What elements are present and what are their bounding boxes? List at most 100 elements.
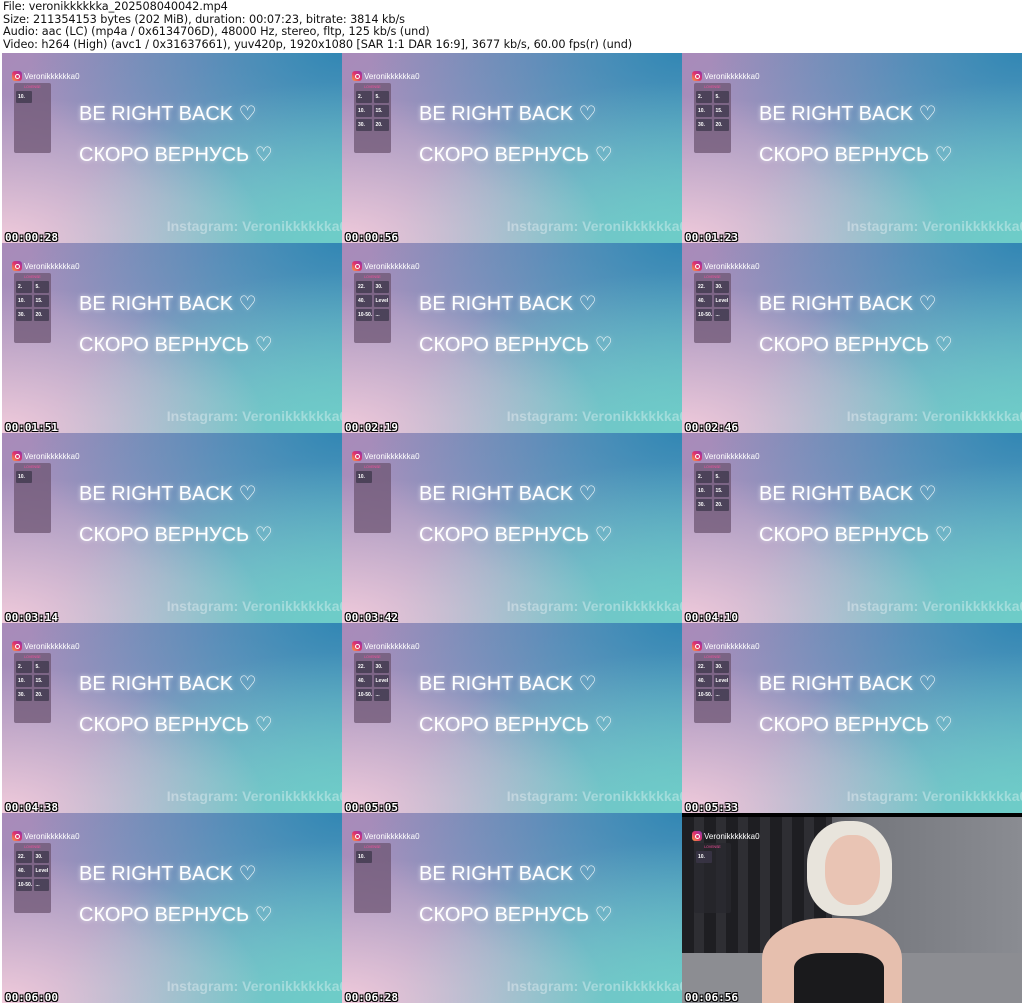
timestamp: 00:05:33 [685,801,738,813]
tip-tile: 10. [356,471,372,483]
instagram-handle: Veronikkkkkka0 [12,641,80,651]
video-thumbnail: Veronikkkkkka0 LOVENSE22.30.40.Level 1-41… [2,813,342,1003]
tip-tile: Level 1-4 [33,865,49,877]
username: Veronikkkkkka0 [704,831,760,841]
instagram-icon [692,261,702,271]
tip-tile: 10. [16,295,32,307]
brb-text-en: BE RIGHT BACK ♡ [419,293,597,315]
tip-tile: 2. [356,91,372,103]
tip-tile: 2. [696,91,712,103]
tip-menu-panel: LOVENSE 2. 5. 10. 15. 30. 20. [694,463,731,533]
tip-menu-panel: LOVENSE 10. [354,463,391,533]
instagram-handle: Veronikkkkkka0 [12,451,80,461]
brb-text-ru: СКОРО ВЕРНУСЬ ♡ [419,524,613,546]
brb-text-ru: СКОРО ВЕРНУСЬ ♡ [419,144,613,166]
brb-text-en: BE RIGHT BACK ♡ [79,293,257,315]
instagram-icon [352,451,362,461]
tip-tile: 15. [33,675,49,687]
tip-menu-panel: LOVENSE 2. 5. 10. 15. 30. 20. [354,83,391,153]
tip-tile: 30. [373,661,389,673]
tip-tile: 15. [33,295,49,307]
tip-menu-panel: LOVENSE22.30.40.Level 1-410-50.... [694,653,731,723]
tip-tile: 2. [16,281,32,293]
video-thumbnail: Veronikkkkkka0 LOVENSE 10. BE RIGHT BACK ♡ С… [2,53,342,243]
username: Veronikkkkkka0 [364,451,420,461]
video-thumbnail: Veronikkkkkka0 LOVENSE 2. 5. 10. 15. 30. 20. BE … [2,623,342,813]
timestamp: 00:02:19 [345,421,398,433]
tip-tile: 40. [696,675,712,687]
brb-text-en: BE RIGHT BACK ♡ [419,673,597,695]
timestamp: 00:06:56 [685,991,738,1003]
video-thumbnail: Veronikkkkkka0 LOVENSE 2. 5. 10. 15. 30. 20. BE … [2,243,342,433]
tip-tile: Level 1-4 [713,295,729,307]
username: Veronikkkkkka0 [364,641,420,651]
instagram-icon [12,641,22,651]
tip-menu-panel: LOVENSE22.30.40.Level 1-410-50.... [354,653,391,723]
tip-tile: 5. [713,471,729,483]
tip-menu-panel: LOVENSE22.30.40.Level 1-410-50.... [694,273,731,343]
tip-menu-panel: LOVENSE 2. 5. 10. 15. 30. 20. [14,273,51,343]
tip-menu-panel: LOVENSE 10. [354,843,391,913]
instagram-icon [352,261,362,271]
video-thumbnail: Veronikkkkkka0 LOVENSE 10. BE RIGHT BACK ♡ С… [2,433,342,623]
tip-tile: 30. [713,661,729,673]
person-top [794,953,884,1003]
tip-tile: 20. [373,119,389,131]
username: Veronikkkkkka0 [24,641,80,651]
brb-text-ru: СКОРО ВЕРНУСЬ ♡ [759,714,953,736]
tip-tile: 10. [696,485,712,497]
tip-tile: 5. [33,281,49,293]
tip-tile: 10. [16,675,32,687]
tip-menu-panel: LOVENSE22.30.40.Level 1-410-50.... [14,843,51,913]
video-thumbnail: Veronikkkkkka0 LOVENSE 10. BE RIGHT BACK ♡ С… [342,433,682,623]
tip-menu-panel: LOVENSE 10. [14,83,51,153]
video-thumbnail: Veronikkkkkka0 LOVENSE22.30.40.Level 1-41… [682,623,1022,813]
brb-text-en: BE RIGHT BACK ♡ [759,673,937,695]
tip-tile: 15. [373,105,389,117]
username: Veronikkkkkka0 [364,831,420,841]
video-thumbnail: Veronikkkkkka0 LOVENSE22.30.40.Level 1-41… [682,243,1022,433]
brb-text-en: BE RIGHT BACK ♡ [79,673,257,695]
tip-tile: 30. [696,499,712,511]
timestamp: 00:06:28 [345,991,398,1003]
tip-tile: 2. [16,661,32,673]
brb-text-ru: СКОРО ВЕРНУСЬ ♡ [79,714,273,736]
tip-tile: Level 1-4 [373,675,389,687]
instagram-icon [12,71,22,81]
tip-tile: 20. [33,309,49,321]
tip-tile: 22. [356,281,372,293]
person-face [825,835,880,905]
instagram-handle: Veronikkkkkka0 [692,71,760,81]
timestamp: 00:00:28 [5,231,58,243]
instagram-icon [12,831,22,841]
tip-tile: 10. [356,851,372,863]
brb-text-ru: СКОРО ВЕРНУСЬ ♡ [759,144,953,166]
audio-info: Audio: aac (LC) (mp4a / 0x6134706D), 480… [3,25,430,39]
brb-text-en: BE RIGHT BACK ♡ [759,483,937,505]
timestamp: 00:01:23 [685,231,738,243]
tip-tile: ... [33,879,49,891]
tip-menu-panel: LOVENSE 2. 5. 10. 15. 30. 20. [14,653,51,723]
tip-tile: ... [713,309,729,321]
timestamp: 00:03:42 [345,611,398,623]
tip-tile: 22. [356,661,372,673]
brb-text-ru: СКОРО ВЕРНУСЬ ♡ [79,524,273,546]
instagram-handle: Veronikkkkkka0 [12,261,80,271]
tip-tile: 15. [713,105,729,117]
tip-tile: 20. [713,119,729,131]
instagram-handle: Veronikkkkkka0 [692,641,760,651]
tip-tile: ... [713,689,729,701]
tip-tile: 40. [356,295,372,307]
username: Veronikkkkkka0 [364,71,420,81]
tip-menu-panel: LOVENSE 10. [694,843,731,913]
timestamp: 00:03:14 [5,611,58,623]
tip-tile: 40. [356,675,372,687]
tip-menu-panel: LOVENSE 2. 5. 10. 15. 30. 20. [694,83,731,153]
tip-tile: 10. [696,105,712,117]
tip-tile: 10-50. [696,689,712,701]
tip-tile: 10. [696,851,712,863]
tip-tile: 5. [33,661,49,673]
tip-menu-panel: LOVENSE22.30.40.Level 1-410-50.... [354,273,391,343]
instagram-handle: Veronikkkkkka0 [352,71,420,81]
tip-tile: 30. [356,119,372,131]
